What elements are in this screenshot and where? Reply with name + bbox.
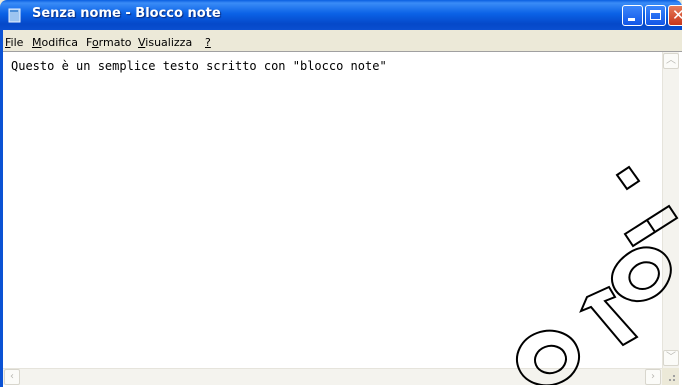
text-editor[interactable]: Questo è un semplice testo scritto con "…: [3, 51, 682, 387]
menu-formato-mnemonic: o: [91, 36, 99, 49]
menu-modifica-label: odifica: [41, 36, 79, 49]
chevron-up-icon: ︿: [666, 55, 676, 66]
menu-visualizza-label: isualizza: [145, 36, 193, 49]
menu-visualizza[interactable]: Visualizza: [138, 36, 192, 49]
menu-formato-label: rmato: [98, 36, 132, 49]
scroll-right-button[interactable]: ›: [645, 369, 661, 385]
menu-file-label: ile: [10, 36, 24, 49]
resize-grip[interactable]: [662, 368, 679, 385]
menu-modifica[interactable]: Modifica: [32, 36, 78, 49]
horizontal-scrollbar[interactable]: ‹ ›: [3, 368, 662, 385]
minimize-button[interactable]: [622, 5, 643, 26]
close-icon: ✕: [672, 6, 682, 24]
vertical-scrollbar[interactable]: ︿ ﹀: [662, 52, 679, 368]
title-bar[interactable]: Senza nome - Blocco note ✕: [0, 0, 682, 30]
chevron-left-icon: ‹: [10, 371, 14, 382]
maximize-icon: [650, 10, 661, 20]
notepad-icon: [8, 8, 21, 23]
minimize-icon: [628, 18, 635, 21]
scroll-up-button[interactable]: ︿: [663, 53, 679, 69]
maximize-button[interactable]: [645, 5, 666, 26]
menu-modifica-mnemonic: M: [32, 36, 42, 49]
menu-help-mnemonic: ?: [205, 36, 211, 49]
scroll-left-button[interactable]: ‹: [4, 369, 20, 385]
menu-formato[interactable]: Formato: [86, 36, 132, 49]
scroll-down-button[interactable]: ﹀: [663, 350, 679, 366]
close-button[interactable]: ✕: [668, 5, 682, 26]
chevron-down-icon: ﹀: [666, 352, 676, 363]
chevron-right-icon: ›: [651, 371, 655, 382]
menu-file[interactable]: File: [5, 36, 23, 49]
editor-content[interactable]: Questo è un semplice testo scritto con "…: [11, 59, 387, 73]
menu-help[interactable]: ?: [205, 36, 211, 49]
menu-bar: File Modifica Formato Visualizza ?: [0, 30, 682, 51]
window-title: Senza nome - Blocco note: [32, 6, 221, 21]
